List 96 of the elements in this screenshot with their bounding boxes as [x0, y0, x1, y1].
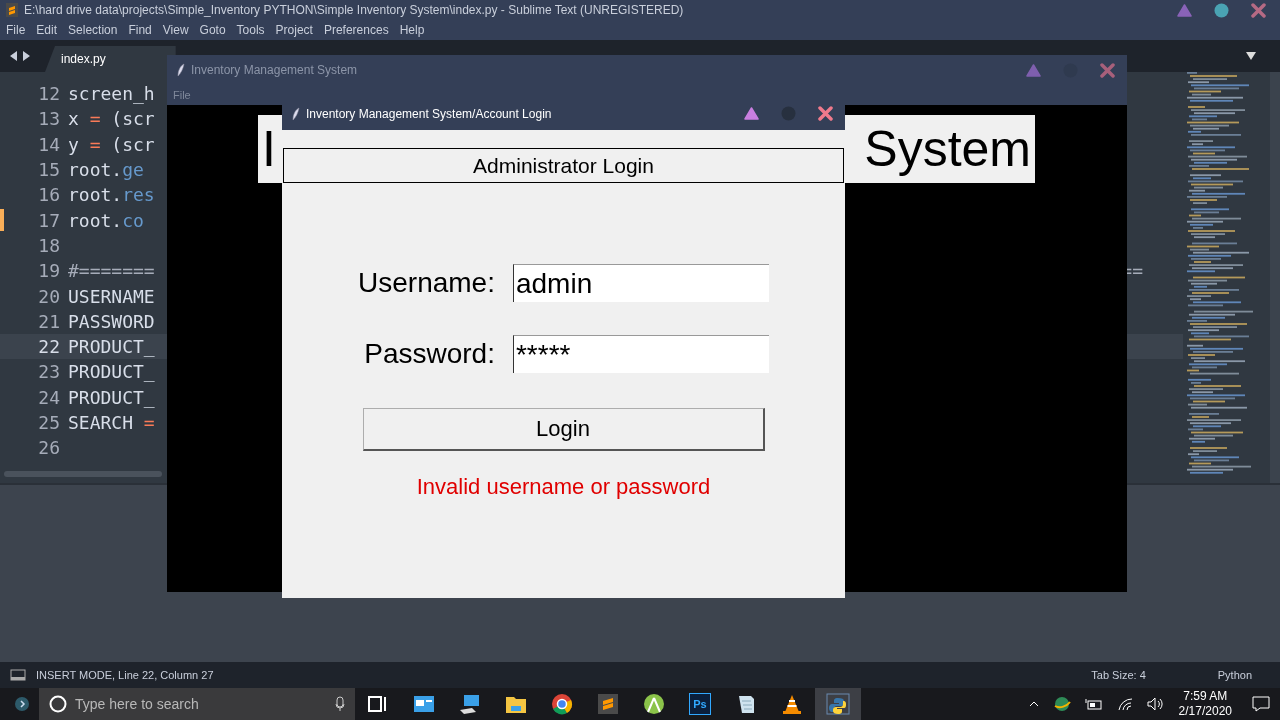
window-title: Inventory Management System: [191, 63, 358, 77]
menu-item[interactable]: Selection: [68, 23, 125, 37]
code-text: (scr: [111, 133, 155, 155]
status-text: INSERT MODE, Line 22, Column 27: [36, 669, 214, 681]
code-text: PRODUCT_: [68, 336, 155, 358]
line-number: 26: [38, 437, 60, 459]
panel-toggle-icon[interactable]: [10, 669, 26, 681]
menu-item[interactable]: File: [6, 23, 33, 37]
line-number: 19: [38, 260, 60, 282]
line-number: 15: [38, 159, 60, 181]
code-text: #=======: [68, 260, 155, 282]
search-field[interactable]: Type here to search: [39, 688, 355, 720]
code-text: =: [88, 133, 102, 155]
circle-icon[interactable]: [1214, 2, 1229, 18]
feather-icon: [292, 106, 300, 121]
error-message: Invalid username or password: [416, 474, 711, 500]
code-text: y: [68, 133, 79, 155]
robot-icon: [642, 693, 666, 715]
clock-date[interactable]: 2/17/2020: [1178, 704, 1232, 719]
input-field[interactable]: admin: [512, 264, 769, 302]
code-text: =: [142, 412, 155, 433]
tab-size-text[interactable]: Tab Size: 4: [1091, 669, 1146, 681]
line-number: 17: [38, 209, 60, 231]
chevron-right-icon[interactable]: [15, 697, 29, 711]
line-number: 25: [38, 412, 60, 433]
banner-text: System: [864, 120, 1031, 178]
code-text: (scr: [111, 108, 155, 130]
menu-item[interactable]: Preferences: [323, 23, 396, 37]
code-text: SEARCH: [68, 412, 134, 433]
dialog-title: Inventory Management System/Account Login: [306, 106, 552, 121]
editor-icon: [596, 693, 620, 715]
menu-item[interactable]: View: [162, 23, 196, 37]
line-number: 12: [38, 83, 60, 105]
cone-icon: [780, 693, 804, 715]
syntax-text[interactable]: Python: [1217, 669, 1252, 681]
line-number: 22: [38, 336, 60, 358]
window-title: E:\hard drive data\projects\Simple_Inventory PYTHON\Simple Inventory System\index.py - Sublime Text (UNREGISTERED): [24, 3, 684, 17]
line-number: 18: [38, 234, 60, 256]
code-text: =: [88, 108, 102, 130]
notification-icon[interactable]: [1252, 696, 1270, 712]
line-number: 23: [38, 361, 60, 383]
taskbar-button[interactable]: Ps: [677, 688, 723, 720]
volume-icon[interactable]: [1146, 697, 1165, 711]
login-heading: Administrator Login: [283, 148, 844, 183]
browser-icon: [550, 693, 574, 715]
computer-icon: [458, 693, 482, 715]
file-tab[interactable]: index.py: [45, 46, 176, 72]
microphone-icon[interactable]: [335, 696, 345, 712]
vertical-scrollbar[interactable]: [1270, 72, 1280, 483]
menu-item[interactable]: Edit: [36, 23, 65, 37]
menu-item[interactable]: Find: [128, 23, 159, 37]
close-icon[interactable]: [1251, 2, 1266, 18]
close-icon[interactable]: [818, 106, 833, 121]
python-icon: [826, 693, 850, 715]
window-icon: [412, 693, 436, 715]
code-text: root.: [68, 159, 123, 181]
horizontal-scrollbar[interactable]: [4, 471, 162, 477]
line-number: 16: [38, 184, 60, 206]
dropdown-icon[interactable]: [1246, 52, 1256, 60]
code-text: PRODUCT_: [68, 386, 155, 408]
code-text: screen_h: [68, 83, 155, 105]
taskbar-button[interactable]: [815, 688, 861, 720]
app-logo-icon: [6, 3, 18, 17]
code-text: root.: [68, 184, 123, 206]
code-text: USERNAME: [68, 285, 155, 307]
code-text: x: [68, 108, 79, 130]
code-text: co: [122, 209, 144, 231]
wifi-icon[interactable]: [1116, 697, 1133, 711]
feather-icon: [177, 63, 185, 77]
code-text: root.: [68, 209, 123, 231]
menu-item[interactable]: Tools: [236, 23, 272, 37]
circle-icon: [49, 695, 67, 713]
code-text: res: [122, 184, 155, 206]
battery-icon[interactable]: [1084, 698, 1103, 710]
banner-text: I: [262, 120, 276, 178]
tab-arrows-icon[interactable]: [9, 50, 31, 62]
line-number: 14: [38, 133, 60, 155]
line-number: 13: [38, 108, 60, 130]
search-placeholder: Type here to search: [75, 696, 200, 712]
code-text: PRODUCT_: [68, 361, 155, 383]
line-number: 20: [38, 285, 60, 307]
menu-item[interactable]: Goto: [199, 23, 233, 37]
code-text: ge: [122, 159, 144, 181]
field-label: Password:: [364, 338, 495, 370]
menu-item[interactable]: Project: [275, 23, 320, 37]
line-number: 21: [38, 310, 60, 332]
input-field[interactable]: *****: [512, 335, 769, 373]
login-button[interactable]: Login: [362, 408, 765, 451]
globe-icon[interactable]: [1052, 696, 1071, 712]
minimize-icon[interactable]: [744, 107, 759, 120]
menu-item[interactable]: Help: [399, 23, 432, 37]
code-text: PASSWORD: [68, 310, 155, 332]
chevron-up-icon[interactable]: [1028, 701, 1039, 707]
line-number: 24: [38, 386, 60, 408]
clock-time[interactable]: 7:59 AM: [1183, 689, 1228, 704]
field-label: Username:: [358, 267, 495, 299]
